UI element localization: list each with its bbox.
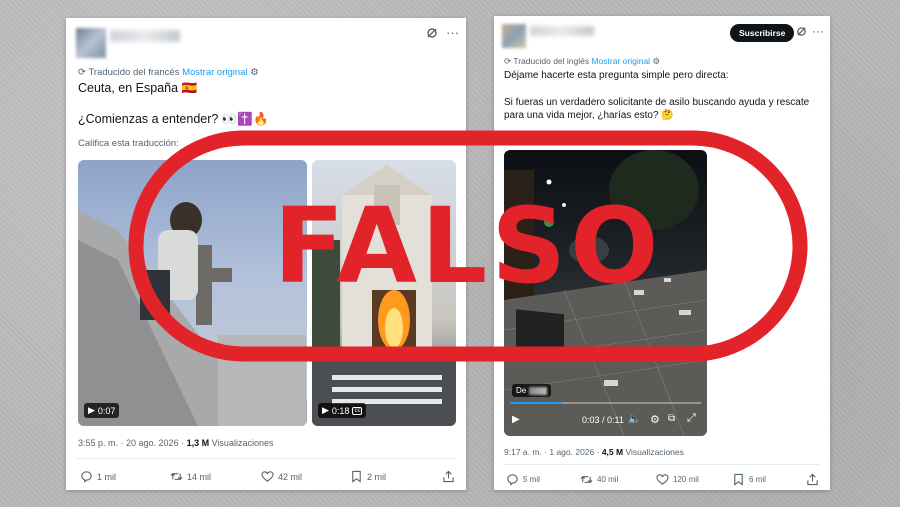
post-text-line: ¿Comienzas a entender? 👀✝️🔥: [78, 112, 269, 126]
post-timestamp[interactable]: 3:55 p. m. · 20 ago. 2026 ·: [78, 438, 187, 448]
repost-count: 40 mil: [597, 475, 619, 484]
heart-icon: [656, 474, 669, 485]
pip-icon[interactable]: ⧉: [668, 413, 675, 424]
repost-icon: [580, 475, 593, 484]
like-count: 42 mil: [278, 471, 303, 482]
grok-icon[interactable]: [426, 27, 438, 42]
video-source-label: De: [512, 384, 552, 397]
rate-translation-label: Califica esta traducción:: [504, 129, 595, 139]
repost-icon: [170, 472, 183, 481]
post-text-line: Déjame hacerte esta pregunta simple pero…: [504, 70, 729, 81]
play-icon: ▶: [322, 405, 329, 415]
subscribe-button[interactable]: Suscribirse: [730, 24, 795, 42]
heart-icon: [261, 471, 274, 482]
post-text-line: Ceuta, en España 🇪🇸: [78, 81, 198, 95]
like-button[interactable]: 42 mil: [261, 470, 302, 483]
repost-button[interactable]: 40 mil: [580, 473, 618, 486]
video-thumbnail: [312, 165, 456, 426]
bookmark-icon: [352, 470, 361, 483]
more-icon[interactable]: ···: [446, 25, 459, 40]
settings-gear-icon[interactable]: ⚙: [650, 413, 660, 426]
show-original-link[interactable]: Mostrar original: [182, 67, 247, 78]
share-icon: [443, 470, 454, 483]
play-icon: ▶: [88, 405, 95, 415]
user-name-blurred[interactable]: [530, 26, 594, 36]
translated-label: Traducido del inglés: [513, 56, 590, 66]
avatar[interactable]: [76, 28, 106, 58]
repost-button[interactable]: 14 mil: [170, 470, 211, 483]
video-time: 0:03 / 0:11: [582, 415, 624, 425]
bookmark-count: 6 mil: [749, 475, 766, 484]
divider: [76, 458, 456, 459]
views-count: 1,3 M: [186, 438, 210, 448]
post-meta: 9:17 a. m. · 1 ago. 2026 · 4,5 M Visuali…: [504, 447, 684, 457]
avatar[interactable]: [502, 24, 526, 48]
video-duration-badge: ▶ 0:07: [84, 403, 120, 418]
reply-icon: [507, 474, 518, 486]
video-player[interactable]: De ▶ 0:03 / 0:11 🔈 ⚙ ⧉ ⤢: [504, 150, 707, 436]
video-thumbnail: [78, 202, 307, 426]
post-timestamp[interactable]: 9:17 a. m. · 1 ago. 2026 ·: [504, 447, 602, 457]
post-card-left: ··· ⟳ Traducido del francés Mostrar orig…: [66, 18, 466, 490]
bookmark-icon: [734, 473, 743, 486]
blurred-source: [529, 386, 548, 395]
views-label: Visualizaciones: [623, 447, 684, 457]
reply-count: 1 mil: [97, 471, 117, 482]
progress-track[interactable]: [510, 402, 701, 404]
bookmark-button[interactable]: 6 mil: [732, 473, 766, 486]
translation-notice: ⟳ Traducido del inglés Mostrar original …: [504, 56, 660, 67]
translate-icon: ⟳: [504, 56, 512, 66]
post-meta: 3:55 p. m. · 20 ago. 2026 · 1,3 M Visual…: [78, 438, 273, 448]
rate-translation-label: Califica esta traducción:: [78, 138, 179, 149]
show-original-link[interactable]: Mostrar original: [591, 56, 650, 66]
gear-icon[interactable]: ⚙: [250, 67, 259, 78]
views-count: 4,5 M: [601, 447, 624, 457]
video-duration: 0:18: [331, 405, 350, 416]
progress-fill: [510, 402, 562, 404]
user-name-blurred[interactable]: [110, 30, 180, 42]
reply-button[interactable]: 5 mil: [506, 473, 540, 486]
divider: [504, 464, 820, 465]
gear-icon[interactable]: ⚙: [652, 56, 660, 66]
post-text-line: para una vida mejor, ¿harías esto? 🤔: [504, 110, 674, 121]
more-icon[interactable]: ···: [812, 24, 824, 38]
video-player[interactable]: ▶ 0:18 cc: [312, 160, 456, 426]
views-label: Visualizaciones: [209, 438, 274, 448]
play-icon[interactable]: ▶: [512, 414, 520, 425]
share-icon: [807, 473, 818, 486]
captions-icon[interactable]: cc: [352, 406, 363, 415]
volume-icon[interactable]: 🔈: [628, 414, 640, 425]
video-duration-badge: ▶ 0:18 cc: [318, 403, 367, 418]
like-button[interactable]: 120 mil: [656, 473, 699, 486]
translated-label: Traducido del francés: [88, 67, 180, 78]
bookmark-button[interactable]: 2 mil: [350, 470, 386, 483]
video-player[interactable]: ▶ 0:07: [78, 160, 307, 426]
reply-icon: [81, 471, 92, 483]
post-text-line: Si fueras un verdadero solicitante de as…: [504, 97, 810, 108]
video-source-text: De: [516, 386, 527, 395]
post-card-right: Suscribirse ··· ⟳ Traducido del inglés M…: [494, 16, 830, 490]
reply-count: 5 mil: [523, 475, 540, 484]
reply-button[interactable]: 1 mil: [80, 470, 116, 483]
grok-icon[interactable]: [796, 26, 807, 40]
video-duration: 0:07: [97, 405, 116, 416]
fullscreen-icon[interactable]: ⤢: [687, 412, 696, 425]
share-button[interactable]: [442, 470, 455, 483]
like-count: 120 mil: [673, 475, 699, 484]
translate-icon: ⟳: [78, 67, 86, 78]
share-button[interactable]: [806, 473, 819, 486]
video-controls: ▶ 0:03 / 0:11 🔈 ⚙ ⧉ ⤢: [504, 398, 707, 436]
translation-notice: ⟳ Traducido del francés Mostrar original…: [78, 67, 259, 78]
bookmark-count: 2 mil: [367, 471, 387, 482]
repost-count: 14 mil: [187, 471, 212, 482]
